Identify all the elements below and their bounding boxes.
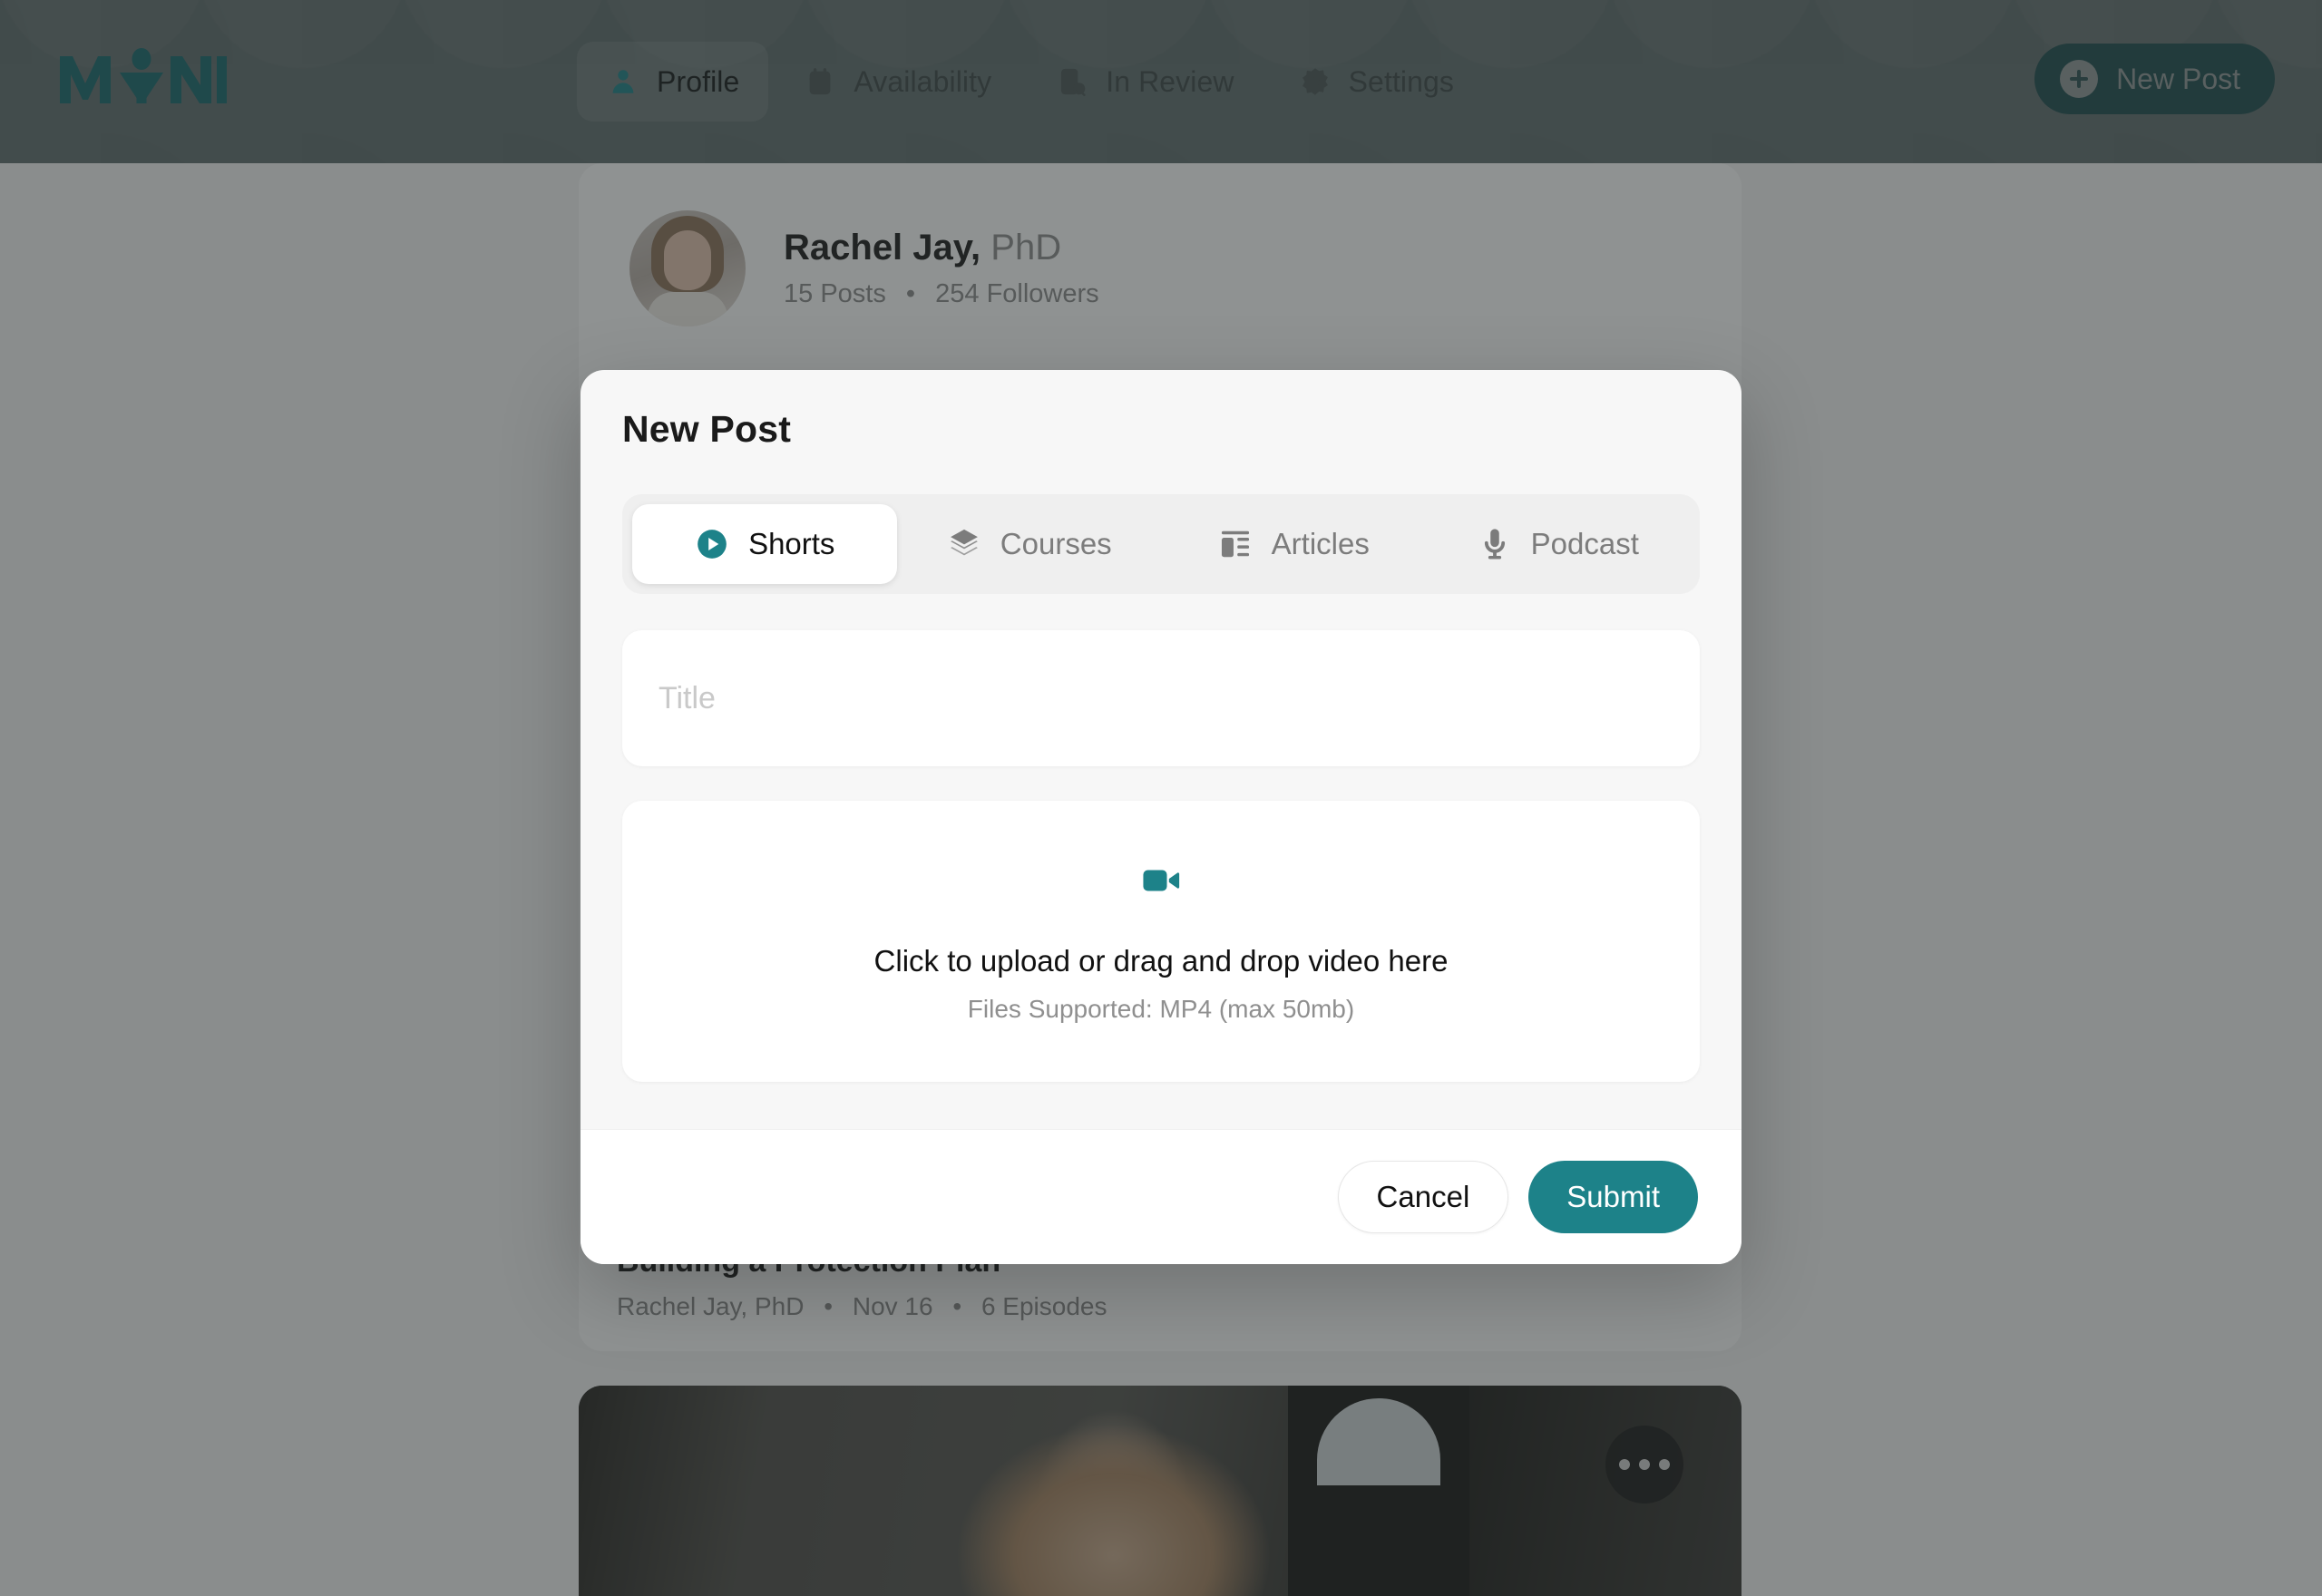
title-input[interactable] <box>622 630 1700 766</box>
submit-button[interactable]: Submit <box>1528 1161 1698 1233</box>
app-root: Profile Availability In Review <box>0 0 2322 1596</box>
article-icon <box>1217 526 1254 562</box>
tab-label-shorts: Shorts <box>748 527 834 561</box>
tab-shorts[interactable]: Shorts <box>632 504 897 584</box>
dropzone-sub-text: Files Supported: MP4 (max 50mb) <box>968 995 1354 1024</box>
post-type-tabs: Shorts Courses Articles <box>622 494 1700 594</box>
play-circle-icon <box>694 526 730 562</box>
tab-podcast[interactable]: Podcast <box>1426 504 1691 584</box>
tab-articles[interactable]: Articles <box>1161 504 1426 584</box>
tab-label-courses: Courses <box>1000 527 1112 561</box>
tab-label-podcast: Podcast <box>1531 527 1639 561</box>
video-camera-icon <box>1140 860 1182 906</box>
dropzone-main-text: Click to upload or drag and drop video h… <box>874 944 1449 978</box>
microphone-icon <box>1477 526 1513 562</box>
cancel-button[interactable]: Cancel <box>1338 1161 1509 1233</box>
modal-title: New Post <box>622 408 1700 451</box>
video-upload-dropzone[interactable]: Click to upload or drag and drop video h… <box>622 801 1700 1082</box>
tab-label-articles: Articles <box>1272 527 1370 561</box>
layers-icon <box>946 526 982 562</box>
modal-footer: Cancel Submit <box>580 1129 1742 1264</box>
modal-body: New Post Shorts Courses <box>580 370 1742 1129</box>
new-post-modal: New Post Shorts Courses <box>580 370 1742 1264</box>
tab-courses[interactable]: Courses <box>897 504 1162 584</box>
